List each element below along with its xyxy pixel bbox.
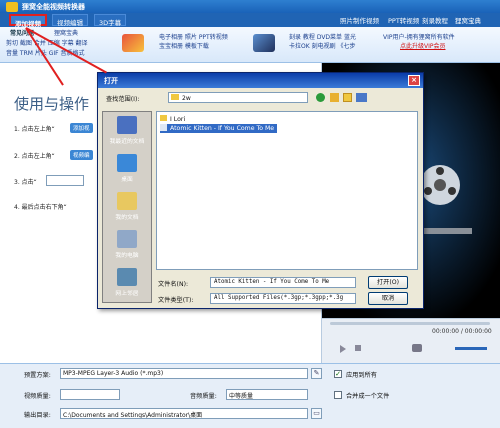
preset-label: 预置方案:: [24, 372, 51, 379]
stop-icon[interactable]: [355, 345, 361, 351]
view-menu-icon[interactable]: [356, 93, 367, 102]
place-recent[interactable]: 我最近的文档: [103, 116, 151, 145]
close-icon[interactable]: ×: [408, 75, 420, 86]
folder-icon: [171, 94, 179, 100]
places-bar: 我最近的文档 桌面 我的文档 我的电脑 网上邻居: [102, 111, 152, 303]
file-name: I Lori: [170, 116, 186, 123]
place-documents[interactable]: 我的文档: [103, 192, 151, 221]
list-item[interactable]: I Lori: [160, 115, 185, 124]
computer-icon: [117, 230, 137, 248]
place-network[interactable]: 网上邻居: [103, 268, 151, 297]
step-4-text: 4. 最后点击右下角“: [14, 204, 67, 211]
ribbon-group1-row1[interactable]: 电子相册 照片 PPT转视频: [159, 34, 228, 42]
open-file-dialog: 打开 × 查找范围(I): 2w 我最近的文档 桌面 我的文档 我的电脑 网上邻…: [97, 72, 424, 309]
ribbon-group1-row2[interactable]: 宝宝相册 模板下载: [159, 43, 209, 51]
dialog-title: 打开: [104, 77, 118, 85]
step-3-text: 3. 点击“: [14, 179, 37, 186]
audio-quality-select[interactable]: 中等质量: [226, 389, 308, 400]
audio-quality-label: 音频质量:: [190, 393, 217, 400]
ribbon-group2-row2[interactable]: 卡拉OK 刻电视剧 《七步: [289, 43, 355, 51]
cancel-button[interactable]: 取消: [368, 292, 408, 305]
menu-ppt-video[interactable]: PPT转视频: [388, 15, 419, 25]
page-title: 使用与操作: [14, 95, 90, 113]
dvd-burn-icon[interactable]: [253, 34, 275, 52]
audio-file-icon: [160, 124, 167, 131]
open-button[interactable]: 打开(O): [368, 276, 408, 289]
menu-photo-video[interactable]: 照片制作视频: [340, 15, 379, 25]
play-icon[interactable]: [340, 345, 346, 353]
app-logo-icon: [6, 2, 18, 12]
output-dir-label: 输出目录:: [24, 412, 51, 419]
place-computer-label: 我的电脑: [115, 253, 139, 259]
filename-input[interactable]: Atomic Kitten - If You Come To Me: [210, 277, 356, 288]
filetype-select[interactable]: All Supported Files(*.3gp;*.3gpp;*.3g: [210, 293, 356, 304]
video-edit-button[interactable]: 视频编辑: [52, 14, 88, 27]
tab-liwo-guide[interactable]: 狸窝宝典: [54, 30, 78, 38]
time-display: 00:00:00 / 00:00:00: [432, 328, 492, 335]
place-desktop-label: 桌面: [121, 177, 133, 183]
preset-select[interactable]: MP3-MPEG Layer-3 Audio (*.mp3): [60, 368, 308, 379]
filetype-label: 文件类型(T):: [158, 297, 194, 304]
preset-settings-icon[interactable]: ✎: [311, 368, 322, 379]
place-network-label: 网上邻居: [115, 291, 139, 297]
ppt-photo-icon[interactable]: [122, 34, 144, 52]
menu-burn-tutorial[interactable]: 刻录教程: [422, 15, 448, 25]
video-quality-label: 视频质量:: [24, 393, 51, 400]
step-1-button[interactable]: 添加视: [70, 123, 93, 133]
step-2-text: 2. 点击左上角“: [14, 153, 55, 160]
seek-bar[interactable]: [330, 322, 490, 325]
new-folder-icon[interactable]: [343, 93, 352, 102]
menu-liwo-guide[interactable]: 狸窝宝典: [455, 15, 481, 25]
back-icon[interactable]: [316, 93, 325, 102]
camera-icon[interactable]: [412, 344, 422, 352]
recent-docs-icon: [117, 116, 137, 134]
step-2-button[interactable]: 视频编: [70, 150, 93, 160]
place-desktop[interactable]: 桌面: [103, 154, 151, 183]
output-dir-input[interactable]: C:\Documents and Settings\Administrator\…: [60, 408, 308, 419]
desktop-icon: [117, 154, 137, 172]
filename-label: 文件名(N):: [158, 281, 189, 288]
place-recent-label: 我最近的文档: [109, 139, 145, 145]
volume-slider[interactable]: [455, 347, 487, 350]
place-computer[interactable]: 我的电脑: [103, 230, 151, 259]
add-video-button[interactable]: 添加视频: [9, 14, 47, 28]
apply-all-label: 应用到所有: [346, 372, 377, 379]
place-documents-label: 我的文档: [115, 215, 139, 221]
vip-text[interactable]: VIP用户-拥有狸窝所有软件: [383, 34, 455, 42]
network-icon: [117, 268, 137, 286]
look-in-select[interactable]: 2w: [168, 92, 308, 103]
file-name: Atomic Kitten - If You Come To Me: [170, 125, 275, 132]
up-folder-icon[interactable]: [330, 93, 339, 102]
merge-checkbox[interactable]: [334, 391, 342, 399]
ribbon-group2-row1[interactable]: 刻录 教程 DVD菜单 蓝光: [289, 34, 356, 42]
file-list[interactable]: I Lori Atomic Kitten - If You Come To Me: [156, 111, 418, 270]
vip-upgrade-link[interactable]: 点此升级VIP会员: [400, 43, 446, 51]
merge-label: 合并成一个文件: [346, 393, 390, 400]
3d-subtitle-button[interactable]: 3D字幕: [94, 14, 127, 27]
dialog-title-bar: [98, 73, 423, 88]
list-item-selected[interactable]: Atomic Kitten - If You Come To Me: [160, 124, 278, 133]
folder-icon: [160, 115, 167, 121]
browse-folder-icon[interactable]: ▭: [311, 408, 322, 419]
look-in-value: 2w: [182, 95, 191, 102]
app-title: 狸窝全能视频转换器: [22, 3, 85, 11]
step-3-dropdown[interactable]: [46, 175, 84, 186]
documents-icon: [117, 192, 137, 210]
step-1-text: 1. 点击左上角“: [14, 126, 55, 133]
look-in-label: 查找范围(I):: [106, 96, 140, 103]
video-quality-select[interactable]: [60, 389, 120, 400]
apply-all-checkbox[interactable]: ✓: [334, 370, 342, 378]
